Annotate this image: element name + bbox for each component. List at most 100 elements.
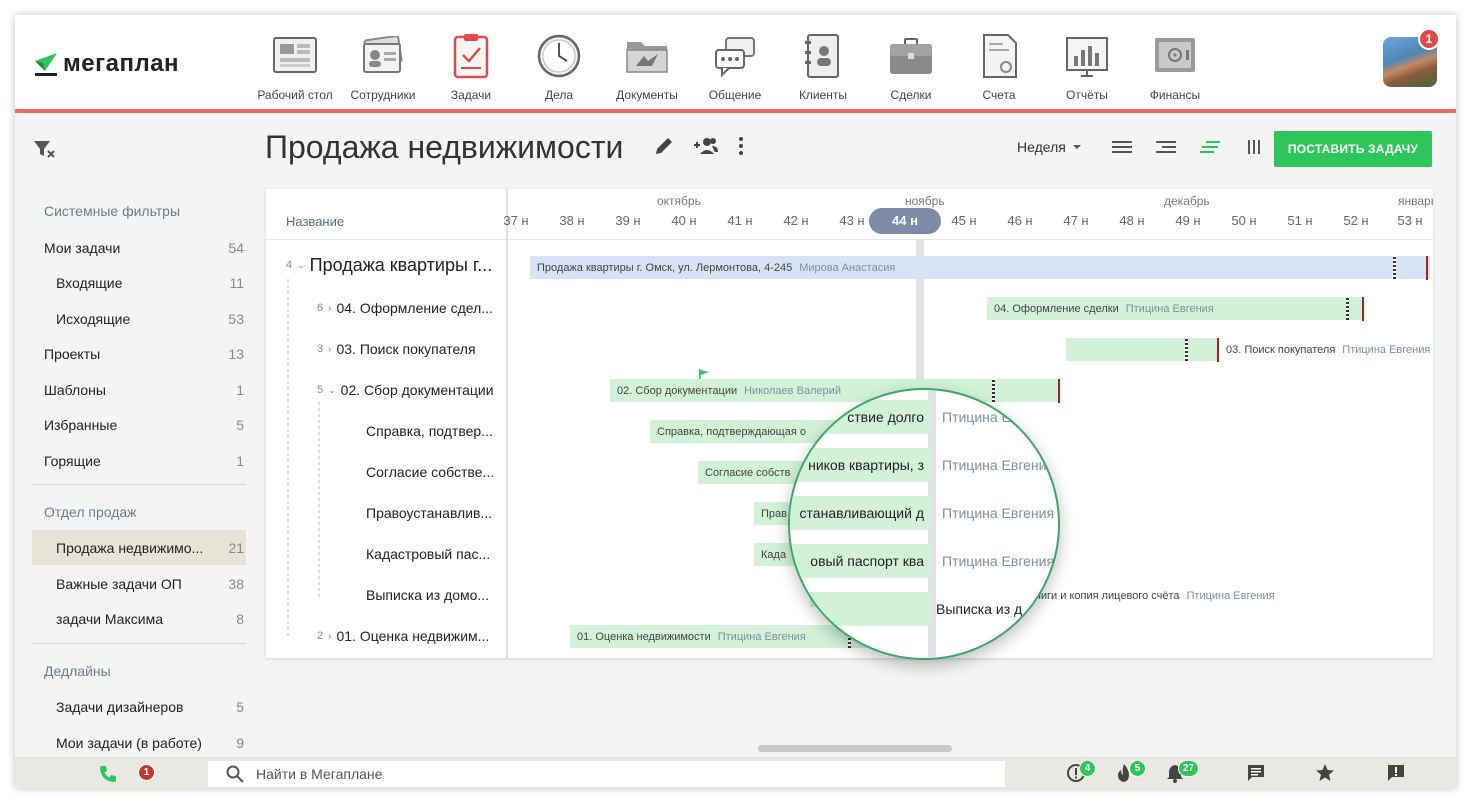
report-icon [1064,33,1110,79]
week-label: 40 н [671,213,697,228]
month-label: январь [1398,194,1433,208]
subtask-count: 6 [317,302,324,314]
week-label: 39 н [615,213,641,228]
magnified-bar: ников квартиры, з [790,448,930,482]
task-row-valuation[interactable]: 2 › 01. Оценка недвижим... [317,625,489,647]
feedback-icon[interactable] [1386,763,1406,783]
magnified-assignee: Птицина Евгения [942,505,1055,521]
nav-finance[interactable]: Финансы [1131,15,1219,113]
page-title: Продажа недвижимости [265,129,624,165]
view-period-select[interactable]: Неделя [1017,139,1082,155]
comment-icon[interactable] [1246,763,1266,783]
phone-icon[interactable] [99,765,117,783]
task-row-certificate[interactable]: Справка, подтвер... [366,420,493,442]
chat-icon [712,33,758,79]
sidebar-item-count: 13 [228,345,244,362]
nav-chat[interactable]: Общение [691,15,779,113]
sidebar-item-outgoing[interactable]: Исходящие 53 [32,301,246,336]
hot-badge: 5 [1129,760,1146,777]
nav-invoices[interactable]: Счета [955,15,1043,113]
sidebar-item-designers[interactable]: Задачи дизайнеров 5 [32,689,246,724]
list-view-icon[interactable] [1100,140,1144,154]
week-label: 51 н [1287,213,1313,228]
task-row-title-deed[interactable]: Правоустанавлив... [366,502,492,524]
task-row-search-buyer[interactable]: 3 › 03. Поиск покупателя [317,338,476,360]
sidebar-item-templates[interactable]: Шаблоны 1 [32,372,246,407]
nav-label: Дела [544,88,574,102]
gantt-bar-sale-apartment[interactable]: Продажа квартиры г. Омск, ул. Лермонтова… [530,256,1430,279]
sidebar-item-label: Задачи дизайнеров [56,698,184,715]
search-input[interactable]: Найти в Мегаплане [256,766,382,782]
nav-deals[interactable]: Сделки [867,15,955,113]
task-row-consent[interactable]: Согласие собстве... [366,461,494,483]
nav-reports[interactable]: Отчёты [1043,15,1131,113]
task-name: Выписка из домо... [366,587,490,603]
bar-title: Када [761,548,787,561]
horizontal-scrollbar[interactable] [758,745,952,752]
sidebar-item-maxim[interactable]: задачи Максима 8 [32,601,246,636]
logo-text: мегаплан [63,50,180,77]
nav-affairs[interactable]: Дела [515,15,603,113]
gantt-view-icon[interactable] [1188,140,1232,154]
task-name: 04. Оформление сдел... [336,300,493,316]
calls-badge: 1 [138,764,155,781]
magnified-row: овый паспорт ква Птицина Евгения [790,544,1058,578]
bar-title: Продажа квартиры г. Омск, ул. Лермонтова… [537,261,793,274]
nav-employees[interactable]: Сотрудники [339,15,427,113]
global-search[interactable]: Найти в Мегаплане [208,761,1005,787]
magnified-bar: станавливающий д [790,496,930,530]
filter-clear-icon[interactable] [33,139,57,164]
nav-clients[interactable]: Клиенты [779,15,867,113]
columns-view-icon[interactable] [1232,140,1276,154]
sidebar-item-projects[interactable]: Проекты 13 [32,336,246,371]
deadline-line [1058,379,1060,403]
task-row-cadastral[interactable]: Кадастровый пас... [366,543,490,565]
sidebar-item-burning[interactable]: Горящие 1 [32,443,246,478]
sidebar-item-count: 1 [236,452,244,469]
gantt-bar-deal[interactable]: 04. Оформление сделки Птицина Евгения [987,297,1363,320]
bar-assignee: Николаев Валерий [744,384,841,397]
task-name: Кадастровый пас... [366,546,491,562]
more-vertical-icon[interactable] [737,136,745,156]
sidebar-section-system: Системные фильтры [44,203,181,219]
sidebar-item-count: 21 [228,539,244,556]
task-name: Правоустанавлив... [366,505,493,521]
sidebar-item-in-progress[interactable]: Мои задачи (в работе) 9 [32,725,246,760]
add-task-button[interactable]: ПОСТАВИТЬ ЗАДАЧУ [1274,131,1432,167]
task-row-extract[interactable]: Выписка из домо... [366,584,489,606]
sidebar-item-label: Избранные [44,416,118,433]
logo[interactable]: мегаплан [33,49,179,79]
task-row-documents[interactable]: 5 ⌄ 02. Сбор документации [317,379,494,401]
alerts-badge: 4 [1079,760,1096,777]
sidebar-item-count: 38 [228,575,244,592]
nav-documents[interactable]: Документы [603,15,691,113]
sidebar-item-my-tasks[interactable]: Мои задачи 54 [32,230,246,265]
add-member-icon[interactable] [693,135,719,157]
bar-outside-label: 03. Поиск покупателя Птицина Евгения [1226,344,1430,356]
sidebar-item-real-estate[interactable]: Продажа недвижимо... 21 [32,530,246,565]
magnified-row: ников квартиры, з Птицина Евгения [790,448,1058,482]
deadline-line [1426,256,1428,280]
task-row-sale-apartment[interactable]: 4 ⌄ Продажа квартиры г... [286,254,492,276]
deadline-line [1217,338,1219,362]
desktop-icon [272,33,318,79]
week-label: 37 н [503,213,529,228]
sidebar-item-important[interactable]: Важные задачи ОП 38 [32,566,246,601]
bar-title: Согласие собств [705,466,791,479]
week-label-current[interactable]: 44 н [869,208,941,234]
gantt-bar-search-buyer[interactable] [1066,338,1218,361]
magnified-row: Выписка из д [790,592,1058,626]
tree-view-icon[interactable] [1144,140,1188,154]
star-icon[interactable] [1315,763,1335,783]
task-row-deal[interactable]: 6 › 04. Оформление сдел... [317,297,493,319]
sidebar-item-favorites[interactable]: Избранные 5 [32,407,246,442]
edit-icon[interactable] [653,135,675,157]
sidebar-item-incoming[interactable]: Входящие 11 [32,265,246,300]
nav-desktop[interactable]: Рабочий стол [251,15,339,113]
column-header-name[interactable]: Название [286,214,344,229]
search-icon [226,765,244,783]
nav-tasks[interactable]: Задачи [427,15,515,113]
task-name: Справка, подтвер... [366,423,493,439]
magnified-bar [790,592,930,626]
sidebar-item-label: задачи Максима [56,610,163,627]
